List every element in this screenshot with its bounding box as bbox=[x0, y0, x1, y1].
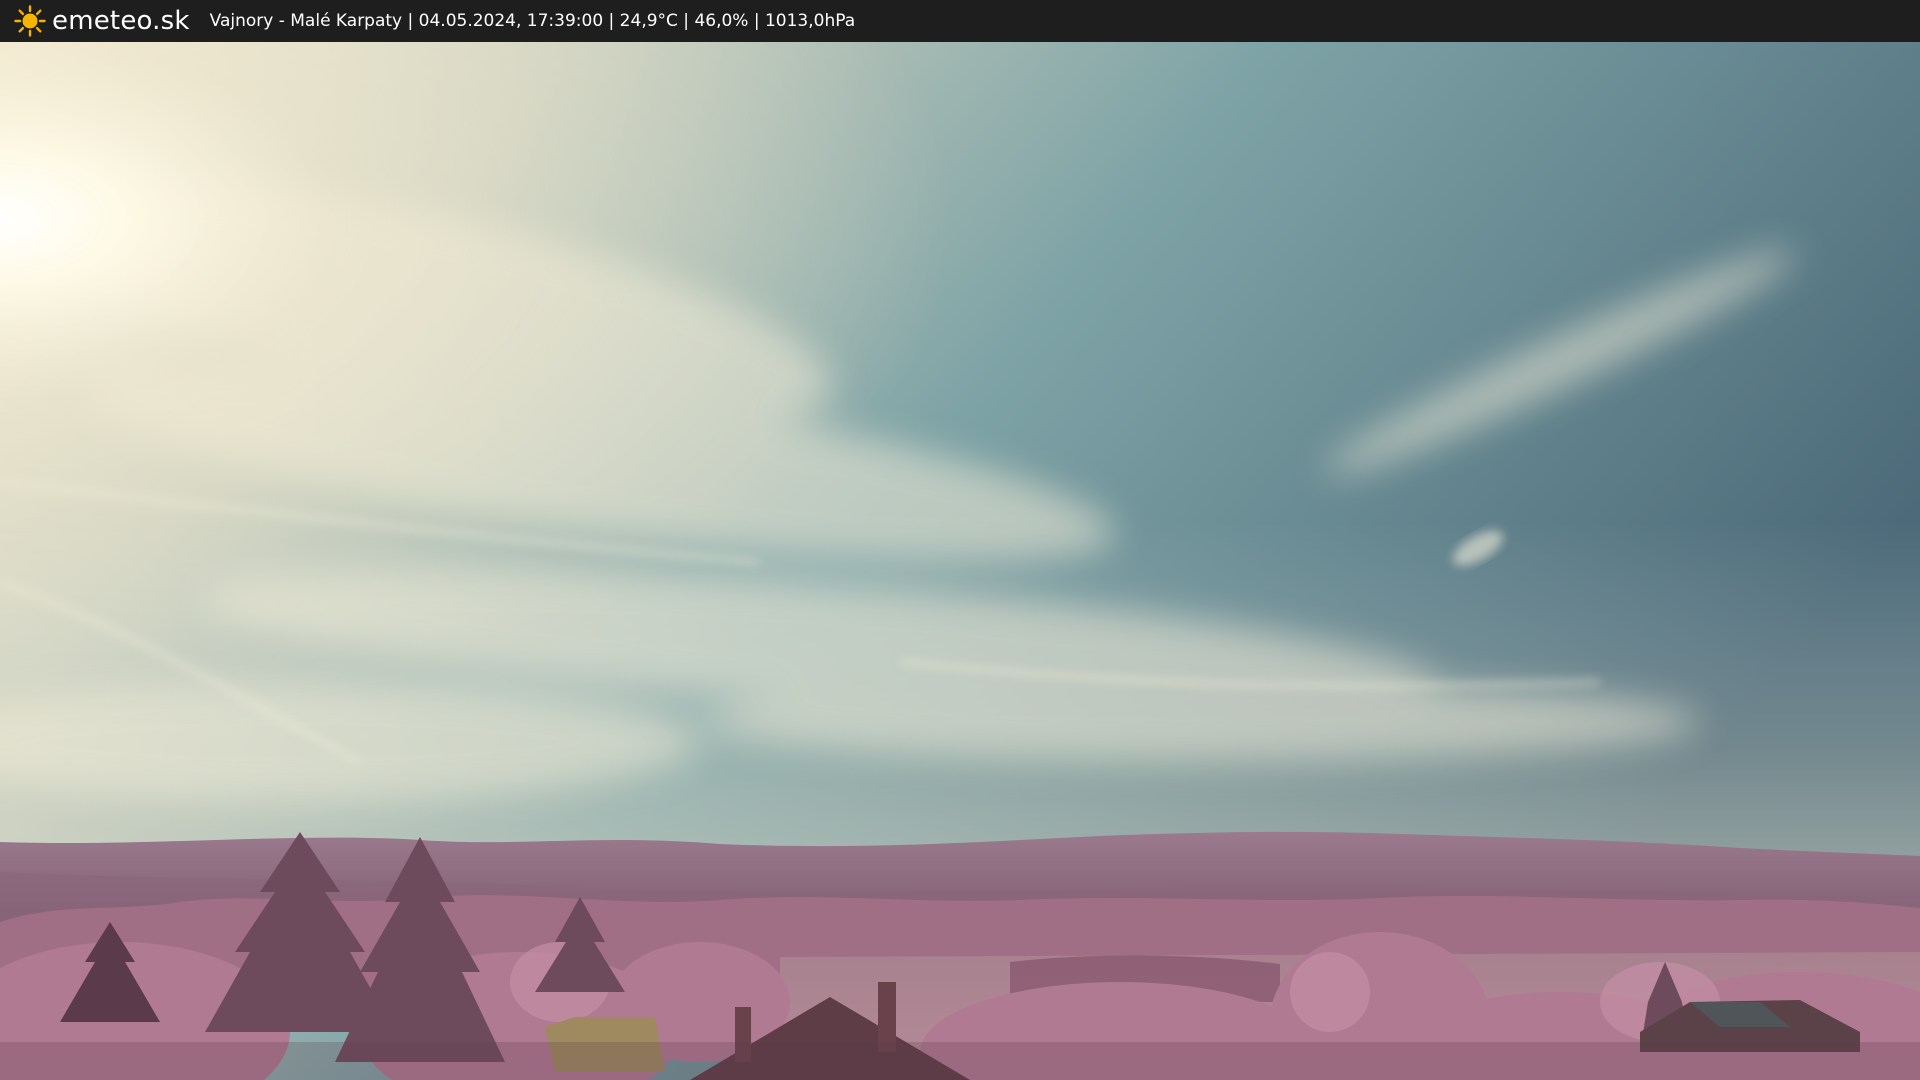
webcam-image bbox=[0, 42, 1920, 1080]
site-brand: emeteo.sk bbox=[52, 6, 190, 36]
sun-icon bbox=[14, 5, 46, 37]
webcam-frame: emeteo.sk Vajnory - Malé Karpaty | 04.05… bbox=[0, 0, 1920, 1080]
station-caption: Vajnory - Malé Karpaty | 04.05.2024, 17:… bbox=[209, 11, 856, 31]
site-logo[interactable]: emeteo.sk bbox=[14, 5, 190, 37]
top-bar: emeteo.sk Vajnory - Malé Karpaty | 04.05… bbox=[0, 0, 1920, 42]
